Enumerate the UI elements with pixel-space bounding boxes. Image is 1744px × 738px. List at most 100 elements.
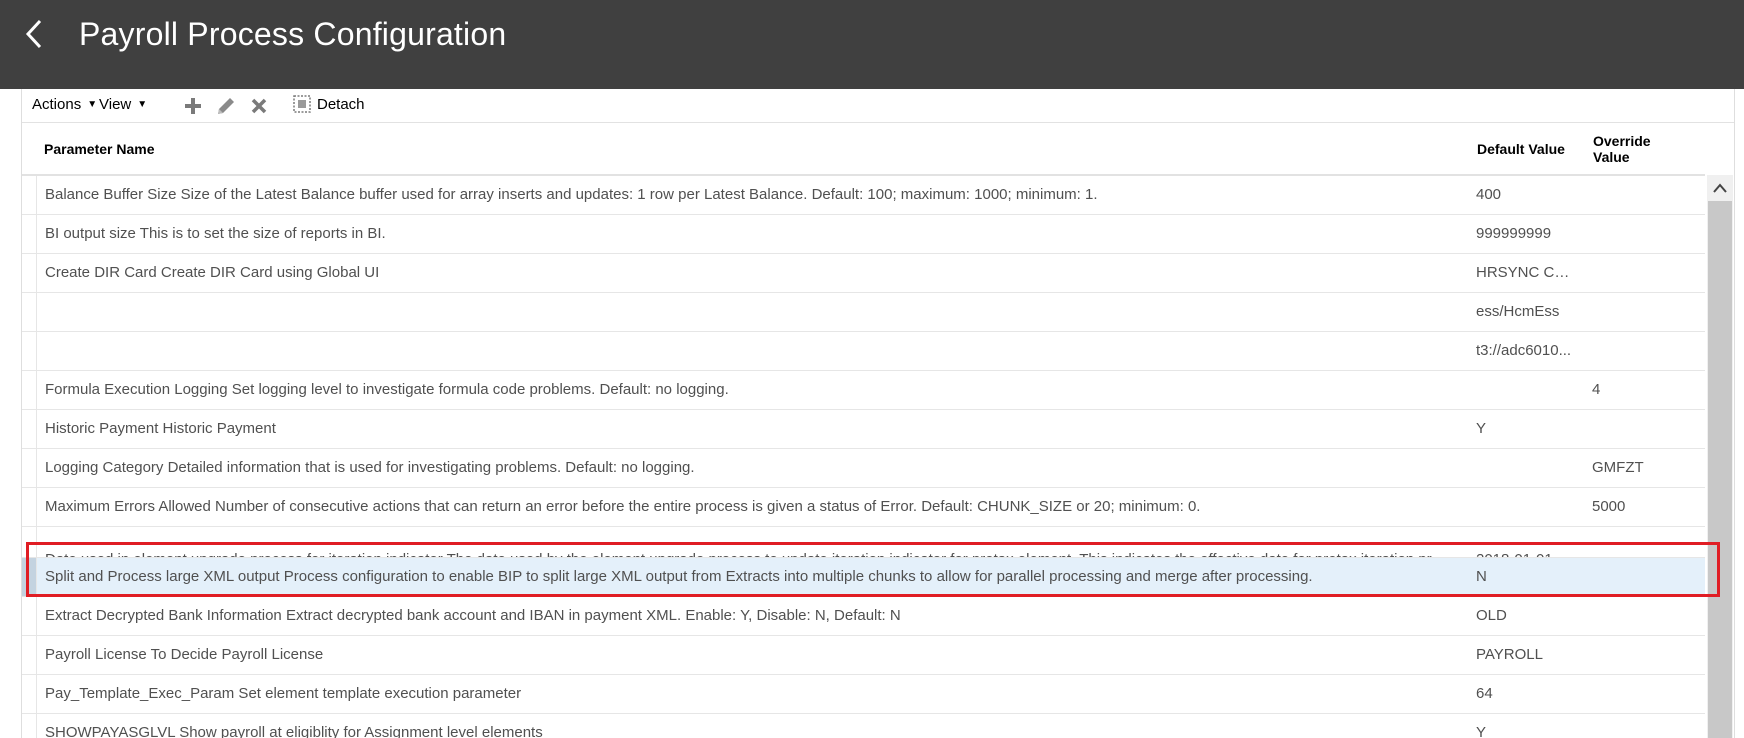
row-selector[interactable] (22, 215, 36, 253)
actions-menu-label: Actions (32, 96, 82, 113)
default-value-cell: OLD (1476, 607, 1507, 624)
default-value-cell: ess/HcmEss (1476, 303, 1560, 320)
parameter-name-cell: SHOWPAYASGLVL Show payroll at eligiblity… (45, 724, 543, 738)
row-divider (36, 293, 37, 331)
parameter-name-cell: Pay_Template_Exec_Param Set element temp… (45, 685, 522, 702)
row-selector[interactable] (22, 675, 36, 713)
default-value-cell: Y (1476, 420, 1487, 437)
row-divider (36, 527, 37, 557)
table-row[interactable]: SHOWPAYASGLVL Show payroll at eligiblity… (22, 714, 1705, 738)
table-row[interactable]: ess/HcmEss (22, 293, 1705, 332)
override-value-cell[interactable]: 4 (1592, 381, 1692, 398)
row-selector[interactable] (22, 449, 36, 487)
row-selector[interactable] (22, 558, 36, 596)
plus-icon (185, 98, 201, 114)
row-divider (36, 714, 37, 738)
parameter-name-cell: Formula Execution Logging Set logging le… (45, 381, 729, 398)
default-value-cell: 400 (1476, 186, 1502, 203)
default-value-cell: 2018-01-01 (1476, 537, 1578, 557)
scroll-up-button[interactable] (1707, 175, 1733, 201)
row-selector[interactable] (22, 410, 36, 448)
table-row[interactable]: Create DIR Card Create DIR Card using Gl… (22, 254, 1705, 293)
detach-button[interactable]: Detach (293, 95, 365, 113)
detach-label: Detach (317, 95, 365, 113)
column-header-default-value[interactable]: Default Value (1477, 141, 1565, 157)
row-selector[interactable] (22, 597, 36, 635)
table-row[interactable]: Extract Decrypted Bank Information Extra… (22, 597, 1705, 636)
table-row[interactable]: BI output size This is to set the size o… (22, 215, 1705, 254)
row-divider (36, 675, 37, 713)
row-divider (36, 215, 37, 253)
parameter-name-cell: Create DIR Card Create DIR Card using Gl… (45, 264, 380, 281)
table-row[interactable]: Formula Execution Logging Set logging le… (22, 371, 1705, 410)
row-selector[interactable] (22, 176, 36, 214)
parameter-name-cell: Balance Buffer Size Size of the Latest B… (45, 186, 1098, 203)
default-value-cell: t3://adc6010... (1476, 342, 1572, 359)
table-toolbar: Actions ▼ View ▼ Detach (22, 89, 1734, 123)
table-row[interactable]: Historic Payment Historic Payment Y (22, 410, 1705, 449)
parameter-name-cell: Maximum Errors Allowed Number of consecu… (45, 498, 1201, 515)
vertical-scrollbar[interactable] (1707, 175, 1733, 738)
table-row-selected[interactable]: Split and Process large XML output Proce… (22, 558, 1705, 597)
table-row[interactable]: Pay_Template_Exec_Param Set element temp… (22, 675, 1705, 714)
default-value-cell: HRSYNC CA_... (1476, 264, 1578, 281)
table-body: Balance Buffer Size Size of the Latest B… (22, 176, 1705, 738)
table-row[interactable]: Logging Category Detailed information th… (22, 449, 1705, 488)
row-selector[interactable] (22, 371, 36, 409)
config-panel: Actions ▼ View ▼ Detach Parameter Name D… (21, 89, 1735, 738)
parameter-name-cell: Historic Payment Historic Payment (45, 420, 276, 437)
override-value-cell[interactable]: 5000 (1592, 498, 1692, 515)
view-menu[interactable]: View ▼ (99, 96, 147, 113)
default-value-cell: 999999999 (1476, 225, 1552, 242)
row-selector[interactable] (22, 488, 36, 526)
row-selector[interactable] (22, 332, 36, 370)
row-selector[interactable] (22, 714, 36, 738)
override-header-line1: Override (1593, 133, 1651, 149)
column-header-parameter-name[interactable]: Parameter Name (44, 141, 155, 157)
row-selector[interactable] (22, 293, 36, 331)
scrollbar-thumb[interactable] (1708, 201, 1732, 738)
chevron-left-icon (25, 19, 42, 49)
parameter-name-cell: Split and Process large XML output Proce… (45, 568, 1313, 585)
detach-icon (293, 95, 311, 113)
row-divider (36, 597, 37, 635)
row-divider (36, 449, 37, 487)
table-row[interactable]: Payroll License To Decide Payroll Licens… (22, 636, 1705, 675)
default-value-cell: Y (1476, 724, 1487, 738)
table-row[interactable]: Balance Buffer Size Size of the Latest B… (22, 176, 1705, 215)
pencil-icon (218, 98, 234, 114)
parameters-table: Parameter Name Default Value Override Va… (22, 123, 1734, 738)
table-row[interactable]: t3://adc6010... (22, 332, 1705, 371)
row-selector[interactable] (22, 527, 36, 557)
scroll-up-icon (1713, 183, 1727, 193)
override-header-line2: Value (1593, 149, 1630, 165)
row-divider (36, 332, 37, 370)
view-menu-label: View (99, 96, 132, 113)
table-row[interactable]: Date used in element upgrade process for… (22, 527, 1705, 558)
default-value-cell: N (1476, 568, 1487, 585)
edit-button[interactable] (215, 95, 237, 117)
row-divider (36, 176, 37, 214)
column-header-override-value[interactable]: Override Value (1593, 133, 1651, 165)
actions-menu[interactable]: Actions ▼ (32, 96, 97, 113)
row-divider (36, 371, 37, 409)
parameter-name-cell: Logging Category Detailed information th… (45, 459, 695, 476)
override-value-cell[interactable]: GMFZT (1592, 459, 1692, 476)
parameter-name-cell: Payroll License To Decide Payroll Licens… (45, 646, 324, 663)
add-button[interactable] (182, 95, 204, 117)
table-row[interactable]: Maximum Errors Allowed Number of consecu… (22, 488, 1705, 527)
caret-down-icon: ▼ (87, 99, 98, 110)
page-title: Payroll Process Configuration (79, 16, 507, 52)
row-divider (36, 488, 37, 526)
back-button[interactable] (14, 14, 54, 54)
row-selector[interactable] (22, 254, 36, 292)
caret-down-icon: ▼ (137, 99, 148, 110)
parameter-name-cell: Extract Decrypted Bank Information Extra… (45, 607, 901, 624)
row-divider (36, 254, 37, 292)
row-selector[interactable] (22, 636, 36, 674)
default-value-cell: 64 (1476, 685, 1493, 702)
row-divider (36, 558, 37, 596)
page-header: Payroll Process Configuration (0, 0, 1744, 89)
parameter-name-cell: BI output size This is to set the size o… (45, 225, 386, 242)
delete-button[interactable] (248, 95, 270, 117)
